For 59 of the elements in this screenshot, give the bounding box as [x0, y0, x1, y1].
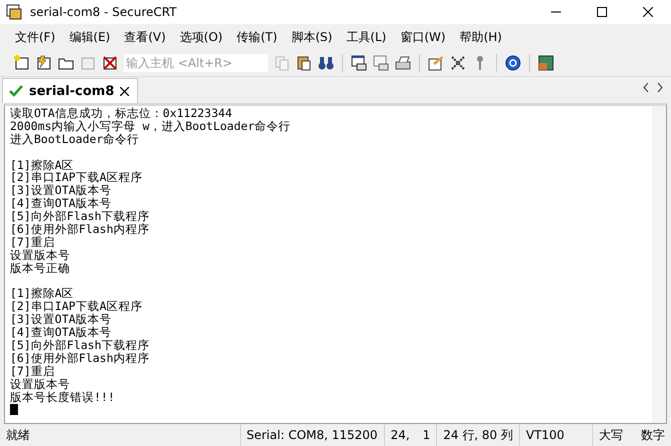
terminal-line: 2000ms内输入小写字母 w，进入BootLoader命令行 [10, 120, 292, 133]
terminal-line: [2]串口IAP下载A区程序 [10, 171, 144, 184]
terminal-line: 设置版本号 [10, 378, 71, 391]
paste-icon[interactable] [295, 54, 313, 72]
tab-label: serial-com8 [29, 84, 114, 98]
scrollbar[interactable] [652, 106, 666, 423]
menu-item[interactable]: 脚本(S) [284, 28, 340, 46]
menu-item[interactable]: 窗口(W) [393, 28, 453, 46]
window-print-icon[interactable] [350, 54, 368, 72]
app-icon [6, 4, 22, 20]
terminal-line: [7]重启 [10, 236, 56, 249]
terminal-line: [4]查询OTA版本号 [10, 326, 113, 340]
menu-item[interactable]: 工具(L) [339, 28, 394, 46]
text-cursor [10, 404, 18, 416]
terminal-line: [1]擦除A区 [10, 158, 75, 172]
menu-item[interactable]: 传输(T) [230, 28, 284, 46]
menu-item[interactable]: 选项(O) [172, 28, 230, 46]
close-icon[interactable] [120, 86, 130, 96]
terminal-line: 进入BootLoader命令行 [10, 132, 140, 146]
status-text: 24 行, 80 列 [436, 424, 519, 446]
terminal-line: 设置版本号 [10, 248, 71, 262]
sftp-icon[interactable] [537, 54, 555, 72]
terminal-line: [5]向外部Flash下载程序 [10, 210, 150, 224]
terminal-line: [5]向外部Flash下载程序 [10, 339, 150, 352]
binoculars-icon[interactable] [317, 54, 335, 72]
terminal-line: [3]设置OTA版本号 [10, 184, 113, 198]
terminal-line: [6]使用外部Flash内程序 [10, 223, 150, 236]
terminal-line: 读取OTA信息成功，标志位：0x11223344 [10, 107, 234, 120]
terminal-line: [1]擦除A区 [10, 287, 75, 300]
maximize-icon[interactable] [597, 7, 607, 17]
connect-icon[interactable] [13, 54, 31, 72]
status-text: 1 [422, 427, 432, 444]
lightning-icon[interactable] [35, 54, 53, 72]
properties-icon[interactable] [427, 54, 445, 72]
menu-item[interactable]: 文件(F) [8, 28, 62, 46]
menu-item[interactable]: 编辑(E) [62, 28, 118, 46]
status-text: 24, [384, 424, 417, 446]
status-text: VT100 [519, 424, 592, 446]
window-title: serial-com8 - SecureCRT [30, 5, 178, 19]
terminal-line: [6]使用外部Flash内程序 [10, 352, 150, 365]
status-text: Serial: COM8, 115200 [240, 424, 384, 446]
status-text: 就绪 [5, 426, 31, 444]
terminal-line: [2]串口IAP下载A区程序 [10, 300, 144, 314]
terminal-line: [7]重启 [10, 364, 56, 378]
session-tab[interactable]: serial-com8 [2, 78, 138, 103]
disconnect-icon[interactable] [101, 54, 119, 72]
close-icon[interactable] [643, 7, 653, 17]
status-text: 大写 [592, 424, 635, 446]
terminal-panel[interactable] [4, 103, 667, 424]
terminal-line: [3]设置OTA版本号 [10, 313, 113, 326]
terminal-line: [4]查询OTA版本号 [10, 197, 113, 210]
host-field[interactable]: 输入主机 <Alt+R> [124, 54, 268, 72]
printer-icon[interactable] [394, 54, 412, 72]
status-text: 数字 [640, 426, 666, 444]
terminal-line: 版本号长度错误!!! [10, 390, 116, 404]
menu-item[interactable]: 帮助(H) [452, 28, 509, 46]
menu-item[interactable]: 查看(V) [117, 28, 173, 46]
help-icon[interactable] [504, 54, 522, 72]
terminal-line: 版本号正确 [10, 262, 71, 275]
